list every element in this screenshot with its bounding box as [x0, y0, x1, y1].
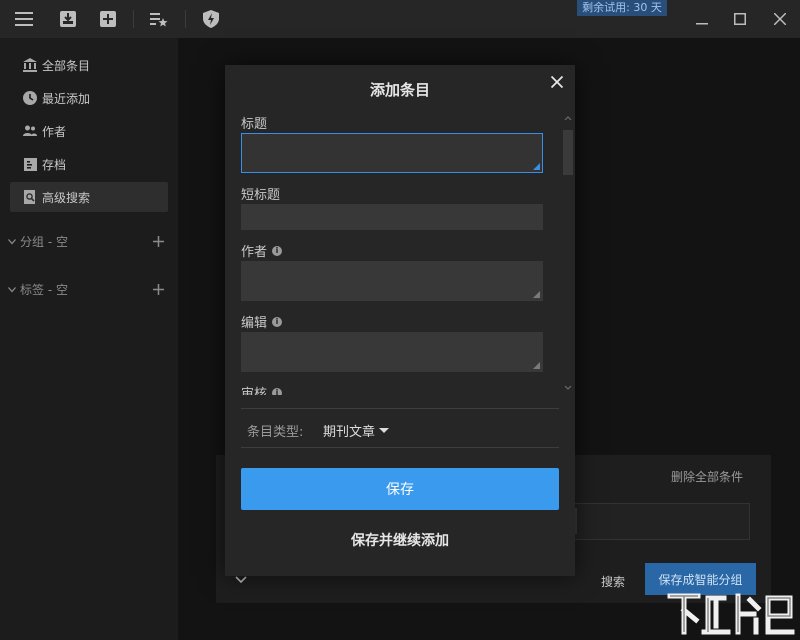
delete-all-conditions-button[interactable]: 删除全部条件 [671, 468, 743, 485]
sidebar-item-label: 作者 [42, 124, 67, 139]
search-condition-input[interactable] [560, 503, 750, 540]
trial-remaining-badge: 剩余试用: 30 天 [577, 0, 667, 16]
reviewer-label-row: 审核 i [241, 383, 283, 395]
item-type-value: 期刊文章 [323, 425, 376, 440]
archive-icon [22, 156, 38, 172]
sidebar-item-advanced-search[interactable]: 高级搜索 [10, 182, 168, 212]
info-icon[interactable]: i [272, 245, 283, 256]
editor-field[interactable] [241, 332, 543, 372]
resize-handle-icon[interactable] [533, 163, 540, 170]
add-tag-icon[interactable] [150, 279, 166, 299]
groups-section-header[interactable]: 分组 - 空 [8, 231, 168, 251]
menu-icon[interactable] [13, 8, 35, 30]
add-group-icon[interactable] [150, 231, 166, 251]
maximize-icon[interactable] [729, 8, 751, 30]
short-title-field-label: 短标题 [241, 184, 280, 203]
item-type-select[interactable]: 期刊文章 [323, 421, 390, 440]
reviewer-label-text: 审核 [241, 387, 268, 395]
search-button[interactable]: 搜索 [601, 573, 625, 590]
sidebar-item-archive[interactable]: 存档 [10, 149, 168, 179]
info-icon[interactable]: i [272, 387, 283, 395]
editor-label-text: 编辑 [241, 316, 268, 331]
scrollbar-thumb[interactable] [563, 130, 573, 175]
playlist-star-icon[interactable] [148, 8, 170, 30]
watermark-logo [664, 586, 796, 638]
close-icon[interactable] [769, 8, 791, 30]
title-field-label: 标题 [241, 113, 267, 132]
resize-handle-icon[interactable] [533, 291, 540, 298]
shield-bolt-icon[interactable] [200, 8, 222, 30]
author-field-label: 作者 i [241, 241, 283, 260]
chevron-down-icon [8, 282, 20, 296]
title-label-text: 标题 [241, 117, 268, 132]
groups-label: 分组 - 空 [20, 234, 68, 249]
item-type-row: 条目类型: 期刊文章 [241, 408, 559, 448]
editor-field-label: 编辑 i [241, 312, 283, 331]
sidebar-item-label: 存档 [42, 157, 67, 172]
add-box-icon[interactable] [97, 8, 119, 30]
people-icon [22, 123, 38, 139]
sidebar-item-label: 高级搜索 [42, 190, 91, 205]
sidebar-item-authors[interactable]: 作者 [10, 116, 168, 146]
sidebar-item-all-items[interactable]: 全部条目 [10, 50, 168, 80]
author-label-text: 作者 [241, 245, 268, 260]
author-field[interactable] [241, 261, 543, 301]
chevron-down-icon [8, 234, 20, 248]
reviewer-field-label: 审核 i [241, 383, 541, 395]
toolbar-divider [185, 10, 186, 28]
short-title-field[interactable] [241, 204, 543, 230]
library-icon [22, 57, 38, 73]
inbox-download-icon[interactable] [57, 8, 79, 30]
clock-icon [22, 90, 38, 106]
sidebar-item-label: 全部条目 [42, 58, 91, 73]
toolbar-divider [133, 10, 134, 28]
resize-handle-icon[interactable] [533, 362, 540, 369]
dialog-title: 添加条目 [369, 81, 430, 99]
item-type-label: 条目类型: [247, 425, 304, 440]
save-button[interactable]: 保存 [241, 468, 559, 510]
sidebar: 全部条目 最近添加 作者 存档 高级搜索 分组 - 空 标签 - 空 [0, 38, 178, 640]
sidebar-item-recently-added[interactable]: 最近添加 [10, 83, 168, 113]
caret-down-icon [379, 428, 390, 433]
close-icon[interactable] [548, 73, 566, 91]
save-and-continue-button[interactable]: 保存并继续添加 [225, 530, 575, 550]
tags-section-header[interactable]: 标签 - 空 [8, 279, 168, 299]
minimize-icon[interactable] [691, 8, 713, 30]
add-item-dialog: 添加条目 标题 短标题 作者 i 编辑 i 审核 i 条目类型: 期刊文章 保存… [225, 65, 575, 576]
advanced-search-icon [22, 189, 38, 205]
info-icon[interactable]: i [272, 316, 283, 327]
tags-label: 标签 - 空 [20, 282, 68, 297]
title-field[interactable] [241, 133, 543, 173]
title-bar: 剩余试用: 30 天 [0, 0, 800, 38]
sidebar-item-label: 最近添加 [42, 91, 91, 106]
short-title-label-text: 短标题 [241, 188, 281, 203]
